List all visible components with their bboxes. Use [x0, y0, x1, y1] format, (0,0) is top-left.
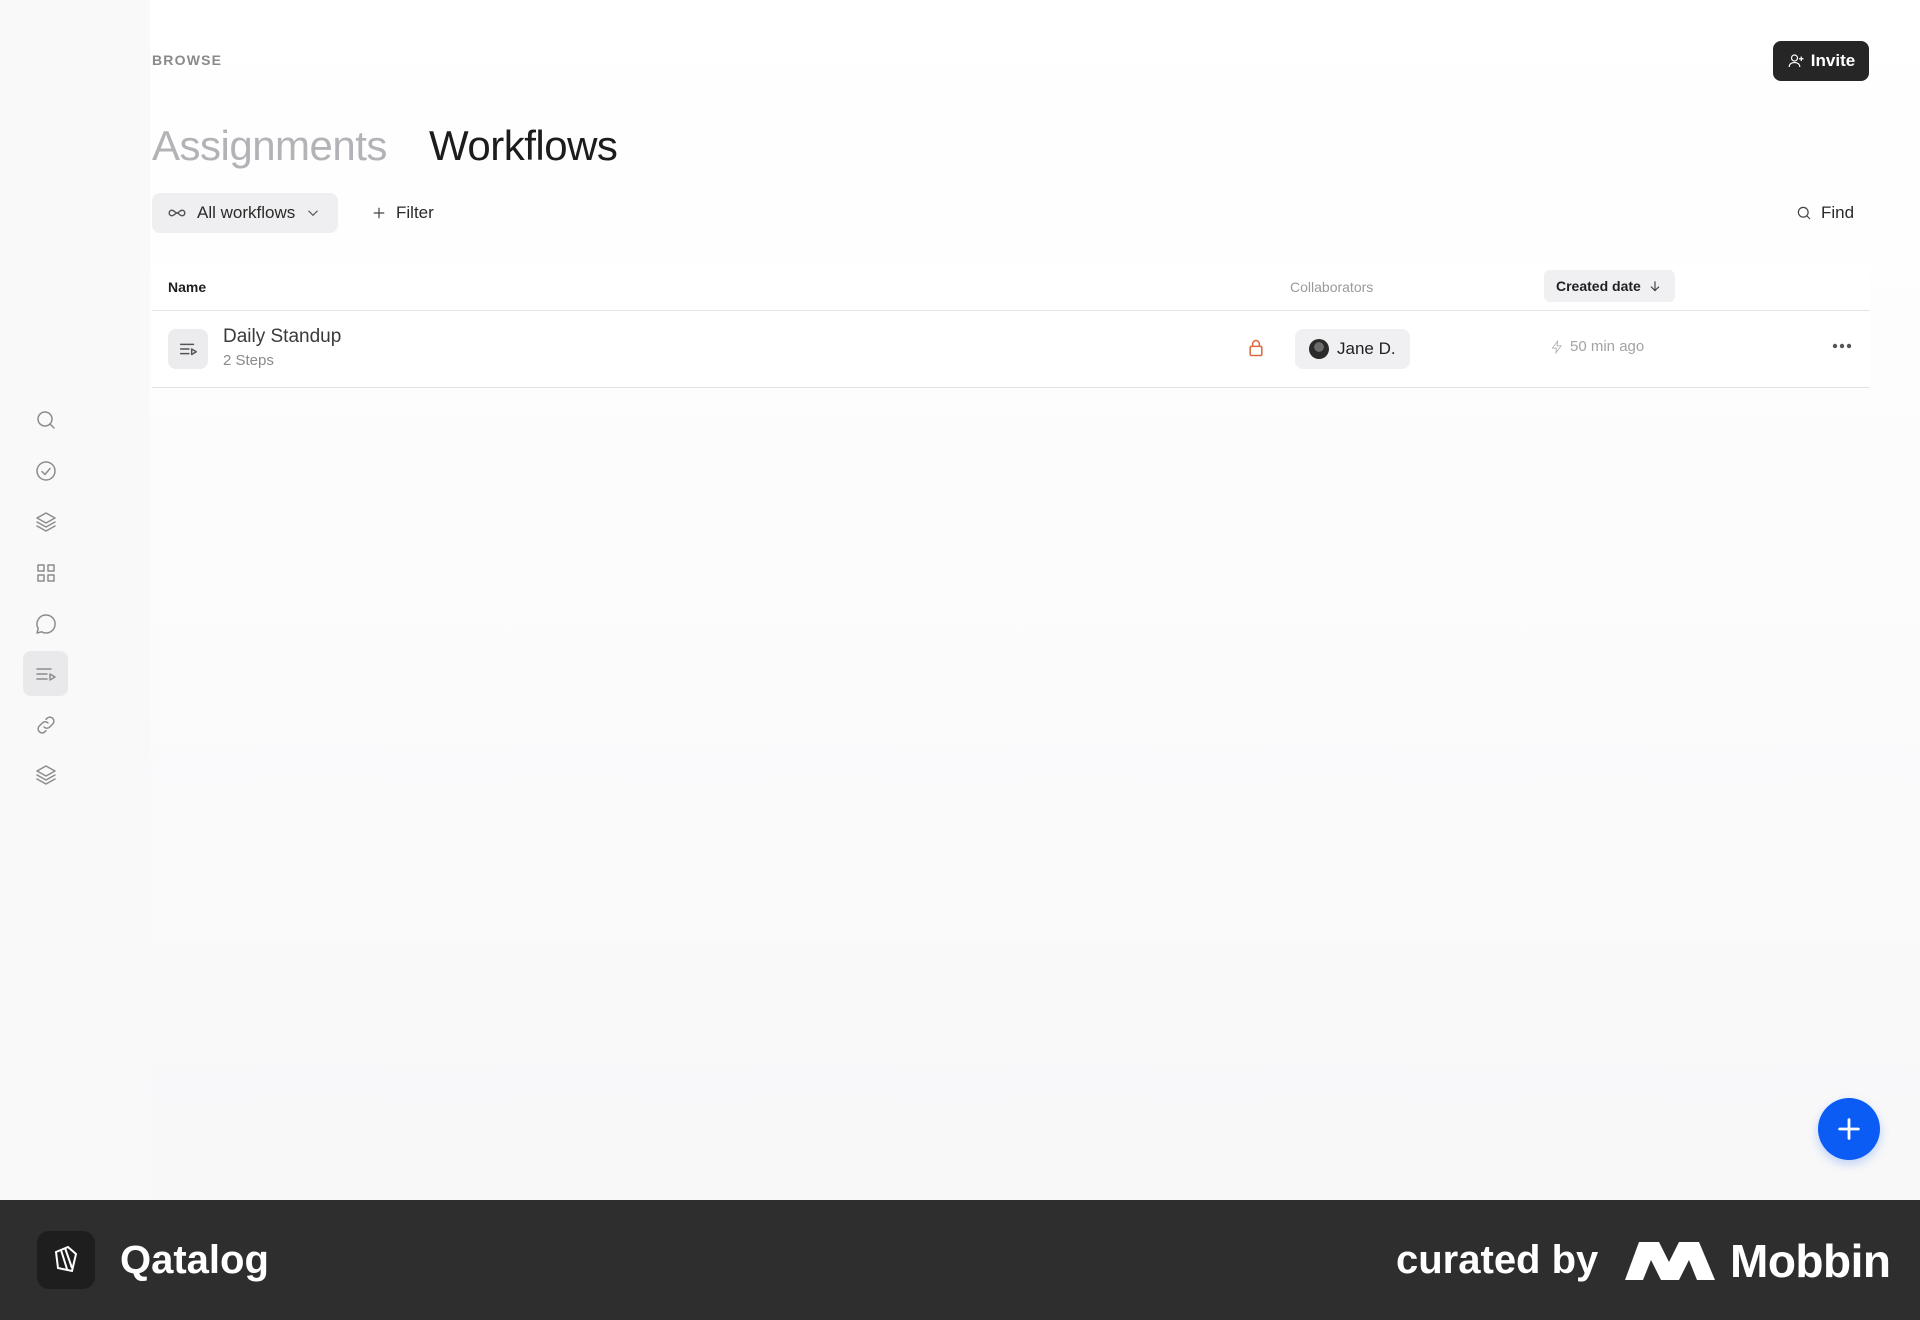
filter-button[interactable]: Filter [370, 193, 434, 233]
workflow-steps-count: 2 Steps [223, 352, 274, 369]
sidebar-item-stack[interactable] [23, 752, 68, 797]
footer-app-name: Qatalog [120, 1238, 269, 1282]
created-time-label: 50 min ago [1570, 338, 1645, 355]
collaborator-chip[interactable]: Jane D. [1295, 329, 1410, 369]
invite-button[interactable]: Invite [1773, 41, 1869, 81]
plus-icon [1838, 1118, 1860, 1140]
created-date-label: Created date [1556, 278, 1641, 294]
workflows-table: Name Collaborators Created date Daily St… [152, 264, 1870, 388]
bolt-icon [1551, 339, 1562, 354]
sidebar-item-links[interactable] [23, 702, 68, 747]
table-row[interactable]: Daily Standup 2 Steps Jane D. 50 min ago [152, 311, 1870, 388]
stack-icon [35, 764, 56, 785]
search-icon [36, 410, 55, 429]
qatalog-logo-icon [37, 1231, 95, 1289]
table-header: Name Collaborators Created date [152, 264, 1870, 311]
check-circle-icon [35, 460, 56, 481]
sidebar-item-apps[interactable] [23, 550, 68, 595]
footer-banner: Qatalog curated by Mobbin [0, 1200, 1920, 1320]
link-icon [36, 715, 55, 734]
filter-label: Filter [396, 203, 434, 222]
sidebar-item-messages[interactable] [23, 601, 68, 646]
tab-workflows[interactable]: Workflows [429, 122, 618, 170]
layers-icon [35, 511, 56, 532]
workflow-title: Daily Standup [223, 326, 342, 347]
sidebar-item-search[interactable] [23, 397, 68, 442]
find-button[interactable]: Find [1795, 193, 1854, 233]
column-header-created-date[interactable]: Created date [1544, 270, 1675, 302]
row-more-button[interactable] [1827, 333, 1857, 359]
chat-bubble-icon [35, 613, 56, 634]
workflow-list-icon [35, 667, 56, 681]
infinity-icon [168, 209, 186, 217]
column-header-name[interactable]: Name [168, 264, 206, 310]
breadcrumb: BROWSE [152, 52, 223, 68]
column-header-collaborators[interactable]: Collaborators [1290, 264, 1373, 310]
workflow-icon [168, 329, 208, 369]
created-time: 50 min ago [1550, 338, 1644, 355]
sidebar-item-layers[interactable] [23, 499, 68, 544]
find-label: Find [1821, 203, 1855, 222]
grid-icon [36, 563, 55, 582]
footer-curated-by: curated by [1396, 1238, 1599, 1282]
invite-label: Invite [1810, 51, 1856, 70]
plus-icon [373, 207, 385, 219]
avatar [1309, 339, 1329, 359]
add-user-icon [1788, 54, 1804, 68]
lock-icon [1246, 338, 1266, 358]
chevron-down-icon [308, 210, 319, 217]
app-window: BROWSE Invite Assignments Workflows All … [0, 0, 1920, 1200]
collaborator-name: Jane D. [1337, 339, 1396, 358]
more-horizontal-icon [1832, 343, 1852, 349]
mobbin-logo-icon [1625, 1238, 1715, 1282]
footer-brand: Mobbin [1730, 1235, 1891, 1287]
sidebar-item-tasks[interactable] [23, 448, 68, 493]
sidebar-item-workflows[interactable] [23, 651, 68, 696]
arrow-down-icon [1650, 281, 1660, 292]
sidebar [0, 0, 150, 1200]
workflow-scope-dropdown[interactable]: All workflows [152, 193, 339, 233]
dropdown-label: All workflows [197, 203, 296, 222]
create-workflow-button[interactable] [1818, 1098, 1880, 1160]
search-icon [1797, 206, 1811, 220]
tab-assignments[interactable]: Assignments [152, 122, 387, 170]
